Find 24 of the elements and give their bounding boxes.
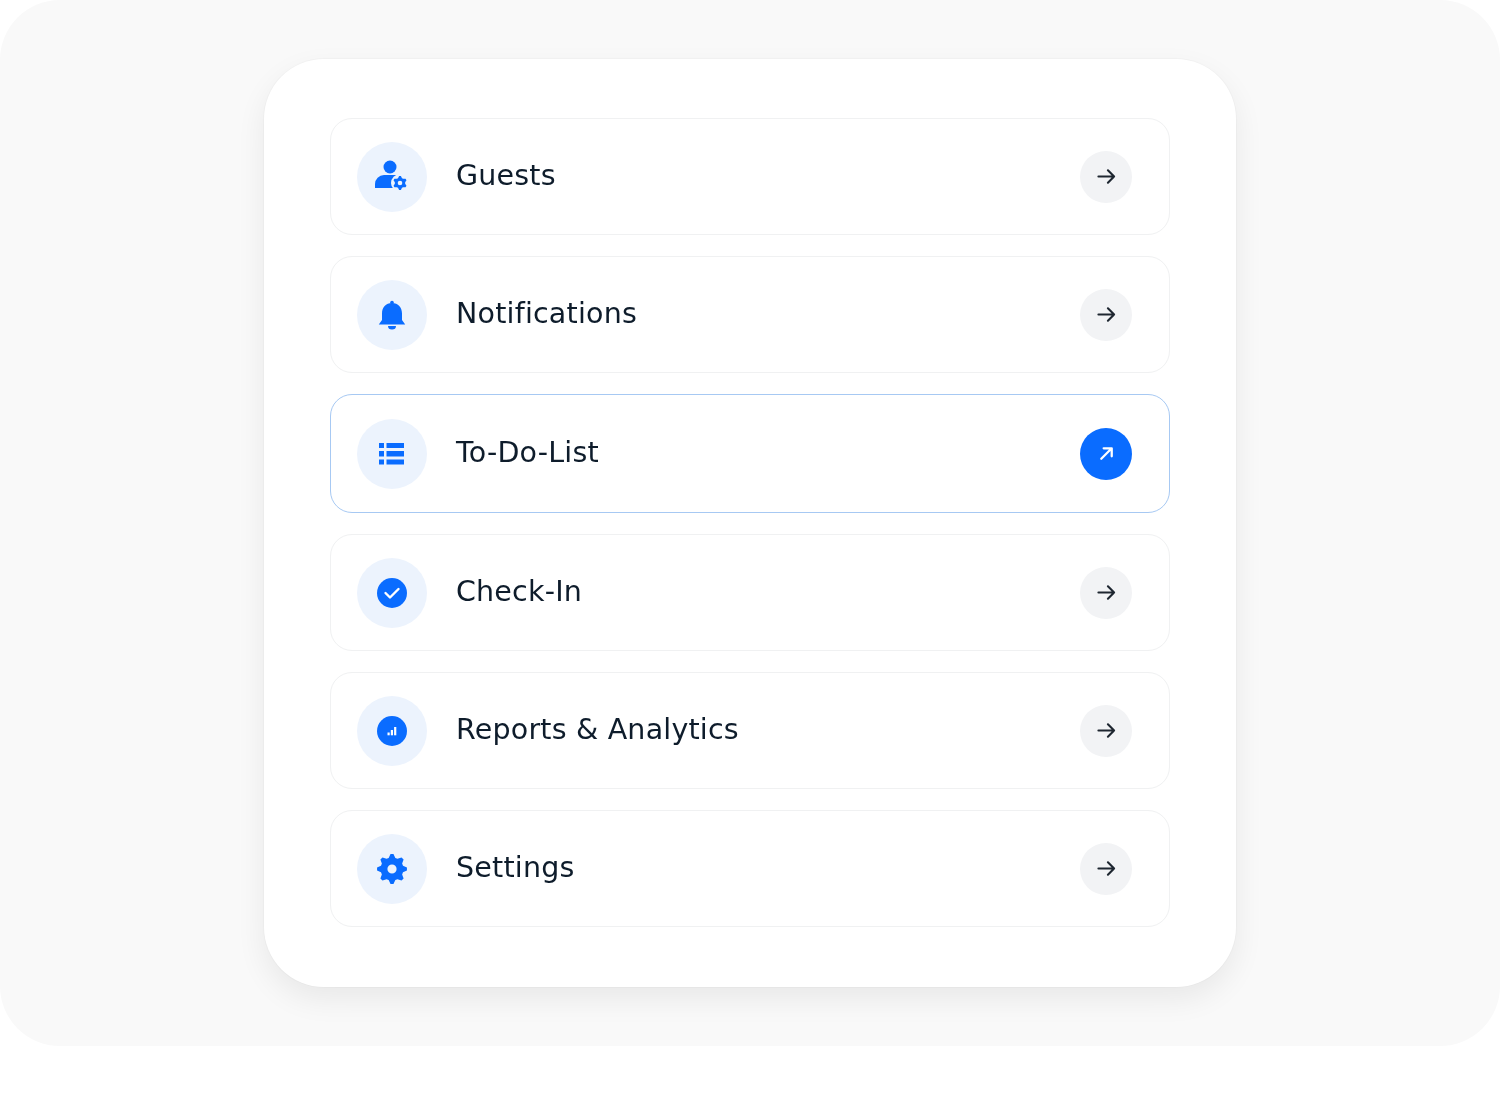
arrow-right-icon	[1096, 583, 1116, 602]
list-icon	[357, 418, 427, 489]
menu-item-label: To-Do-List	[456, 435, 599, 472]
menu-item-label: Reports & Analytics	[456, 712, 739, 749]
menu-item[interactable]: Reports & Analytics	[330, 672, 1170, 789]
check-circle-icon	[357, 557, 427, 628]
menu-item[interactable]: Check-In	[330, 534, 1170, 651]
arrow-right-icon	[1096, 167, 1116, 186]
menu-item[interactable]: Settings	[330, 810, 1170, 927]
menu-item-label: Check-In	[456, 574, 583, 611]
menu-item-label: Settings	[456, 850, 575, 887]
menu-item[interactable]: Guests	[330, 118, 1170, 235]
menu-item-label: Guests	[456, 158, 556, 195]
go-button[interactable]	[1080, 427, 1132, 480]
arrow-right-icon	[1096, 859, 1116, 878]
menu-item-label: Notifications	[456, 296, 637, 333]
bell-icon	[357, 279, 427, 350]
bar-chart-icon	[357, 695, 427, 766]
arrow-right-icon	[1096, 721, 1116, 740]
gear-icon	[357, 833, 427, 904]
menu-item[interactable]: Notifications	[330, 256, 1170, 373]
arrow-right-icon	[1096, 305, 1116, 324]
menu-item[interactable]: To-Do-List	[330, 394, 1170, 513]
user-gear-icon	[357, 141, 427, 212]
